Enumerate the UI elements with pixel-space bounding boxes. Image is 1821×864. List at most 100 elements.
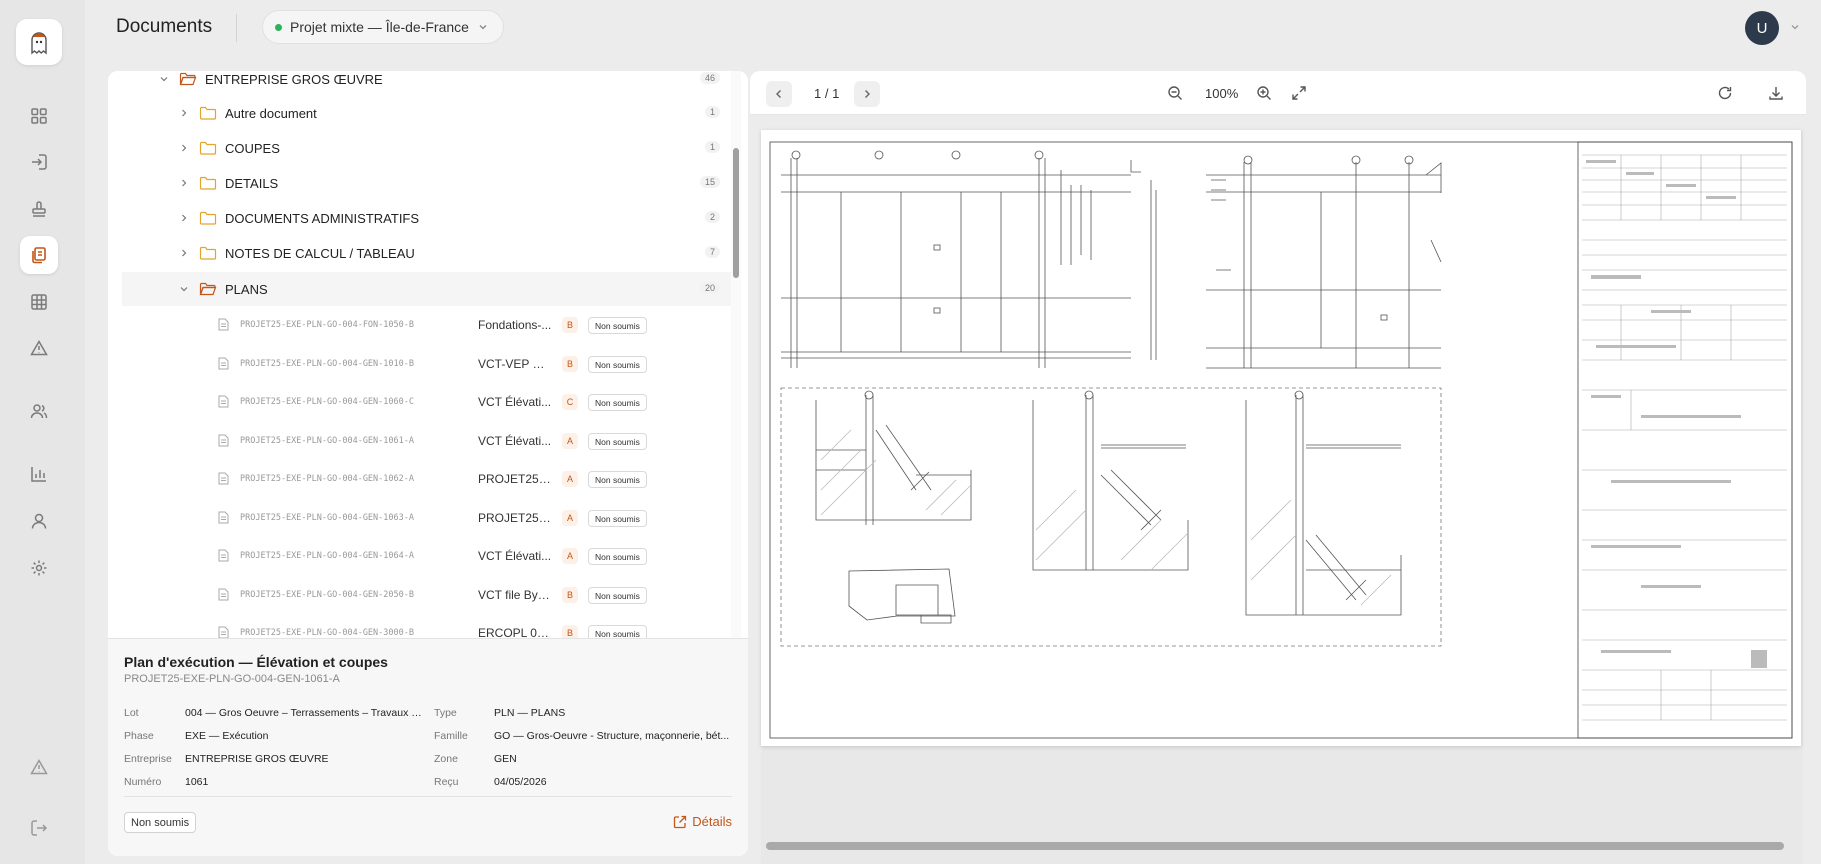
status-badge: Non soumis (588, 625, 647, 638)
refresh-icon[interactable] (1715, 83, 1735, 103)
details-ref: PROJET25-EXE-PLN-GO-004-GEN-1061-A (124, 673, 340, 685)
alert-icon[interactable] (20, 329, 58, 367)
folder-row[interactable]: DOCUMENTS ADMINISTRATIFS 2 (108, 203, 734, 233)
meta-value: PLN — PLANS (494, 707, 566, 719)
document-row[interactable]: PROJET25-EXE-PLN-GO-004-GEN-1062-A PROJE… (108, 460, 748, 498)
grid-icon[interactable] (20, 283, 58, 321)
meta-value: EXE — Exécution (185, 730, 269, 742)
chevron-right-icon[interactable] (176, 175, 192, 191)
warning-icon[interactable] (20, 748, 58, 786)
document-row[interactable]: PROJET25-EXE-PLN-GO-004-GEN-1063-A PROJE… (108, 499, 748, 537)
prev-page-button[interactable] (766, 81, 792, 107)
chevron-right-icon[interactable] (176, 210, 192, 226)
document-browser: ENTREPRISE GROS ŒUVRE 46 Autre document … (108, 71, 748, 856)
project-selector[interactable]: Projet mixte — Île-de-France (262, 10, 504, 44)
chevron-right-icon[interactable] (176, 105, 192, 121)
document-row[interactable]: PROJET25-EXE-PLN-GO-004-GEN-1010-B VCT-V… (108, 345, 748, 383)
folder-icon (199, 176, 217, 190)
stamp-icon[interactable] (20, 190, 58, 228)
sidebar (0, 0, 85, 864)
folder-label: ENTREPRISE GROS ŒUVRE (205, 71, 383, 87)
zoom-in-icon[interactable] (1254, 83, 1274, 103)
file-icon (218, 588, 229, 601)
settings-icon[interactable] (20, 549, 58, 587)
folder-row[interactable]: NOTES DE CALCUL / TABLEAU 7 (108, 238, 734, 268)
document-row[interactable]: PROJET25-EXE-PLN-GO-004-GEN-1060-C VCT É… (108, 383, 748, 421)
user-icon[interactable] (20, 502, 58, 540)
status-badge: Non soumis (588, 317, 647, 334)
revision-index: A (562, 433, 578, 449)
document-details: Plan d'exécution — Élévation et coupes P… (108, 638, 748, 856)
document-ref: PROJET25-EXE-PLN-GO-004-GEN-1062-A (240, 474, 414, 484)
status-badge: Non soumis (588, 510, 647, 527)
folder-count: 2 (704, 211, 720, 223)
dashboard-icon[interactable] (20, 97, 58, 135)
document-ref: PROJET25-EXE-PLN-GO-004-GEN-2050-B (240, 590, 414, 600)
chevron-down-icon[interactable] (156, 71, 172, 87)
meta-key: Zone (434, 753, 458, 765)
folder-row[interactable]: DETAILS 15 (108, 168, 734, 198)
project-status-dot (275, 23, 282, 31)
folder-open-icon (199, 282, 217, 296)
viewer-horizontal-scrollbar[interactable] (766, 842, 1784, 850)
document-title: VCT file By -... (478, 588, 552, 602)
details-divider (124, 796, 732, 797)
drawing-sheet[interactable] (761, 130, 1801, 746)
details-link[interactable]: Détails (673, 814, 732, 829)
revision-index: B (562, 587, 578, 603)
folder-row[interactable]: Autre document 1 (108, 98, 734, 128)
file-icon (218, 434, 229, 447)
file-icon (218, 472, 229, 485)
technical-drawing (769, 141, 1793, 739)
chevron-right-icon[interactable] (176, 140, 192, 156)
folder-label: NOTES DE CALCUL / TABLEAU (225, 245, 415, 261)
folder-row[interactable]: COUPES 1 (108, 133, 734, 163)
folder-row-plans[interactable]: PLANS 20 (122, 272, 734, 306)
next-page-button[interactable] (854, 81, 880, 107)
header-divider (236, 14, 237, 42)
chevron-down-icon[interactable] (176, 281, 192, 297)
folder-count: 7 (704, 246, 720, 258)
project-name: Projet mixte — Île-de-France (290, 19, 469, 35)
file-icon (218, 318, 229, 331)
document-row[interactable]: PROJET25-EXE-PLN-GO-004-GEN-3000-B ERCOP… (108, 614, 748, 638)
documents-icon[interactable] (20, 236, 58, 274)
document-ref: PROJET25-EXE-PLN-GO-004-GEN-1063-A (240, 513, 414, 523)
details-title: Plan d'exécution — Élévation et coupes (124, 654, 388, 670)
logout-icon[interactable] (20, 809, 58, 847)
ghost-logo-icon (31, 32, 47, 55)
document-ref: PROJET25-EXE-PLN-GO-004-GEN-3000-B (240, 628, 414, 638)
folder-row-root[interactable]: ENTREPRISE GROS ŒUVRE 46 (108, 71, 734, 94)
avatar[interactable]: U (1745, 11, 1779, 45)
document-row[interactable]: PROJET25-EXE-PLN-GO-004-GEN-2050-B VCT f… (108, 576, 748, 614)
chevron-right-icon[interactable] (176, 245, 192, 261)
users-icon[interactable] (20, 392, 58, 430)
download-icon[interactable] (1766, 83, 1786, 103)
fullscreen-icon[interactable] (1289, 83, 1309, 103)
meta-value: GO — Gros-Oeuvre - Structure, maçonnerie… (494, 730, 730, 742)
document-row[interactable]: PROJET25-EXE-PLN-GO-004-GEN-1064-A VCT É… (108, 537, 748, 575)
status-badge: Non soumis (588, 356, 647, 373)
folder-count: 1 (704, 141, 720, 153)
document-title: VCT Élévati... (478, 395, 552, 409)
file-icon (218, 511, 229, 524)
tree-scrollbar-thumb[interactable] (733, 148, 739, 278)
meta-value: GEN (494, 753, 517, 765)
meta-key: Reçu (434, 776, 459, 788)
folder-label: DETAILS (225, 175, 279, 191)
folder-icon (199, 246, 217, 260)
import-icon[interactable] (20, 143, 58, 181)
document-row[interactable]: PROJET25-EXE-PLN-GO-004-GEN-1061-A VCT É… (108, 422, 748, 460)
file-icon (218, 395, 229, 408)
chevron-right-icon (865, 90, 870, 98)
zoom-out-icon[interactable] (1165, 83, 1185, 103)
app-logo[interactable] (16, 19, 62, 65)
chart-icon[interactable] (20, 455, 58, 493)
avatar-chevron-icon[interactable] (1789, 21, 1801, 33)
document-row[interactable]: PROJET25-EXE-PLN-GO-004-FON-1050-B Fonda… (108, 306, 748, 344)
document-tree: ENTREPRISE GROS ŒUVRE 46 Autre document … (108, 71, 748, 638)
file-icon (218, 549, 229, 562)
document-viewer: 1 / 1 100% (750, 71, 1806, 864)
status-badge: Non soumis (588, 471, 647, 488)
chevron-down-icon (479, 25, 487, 30)
